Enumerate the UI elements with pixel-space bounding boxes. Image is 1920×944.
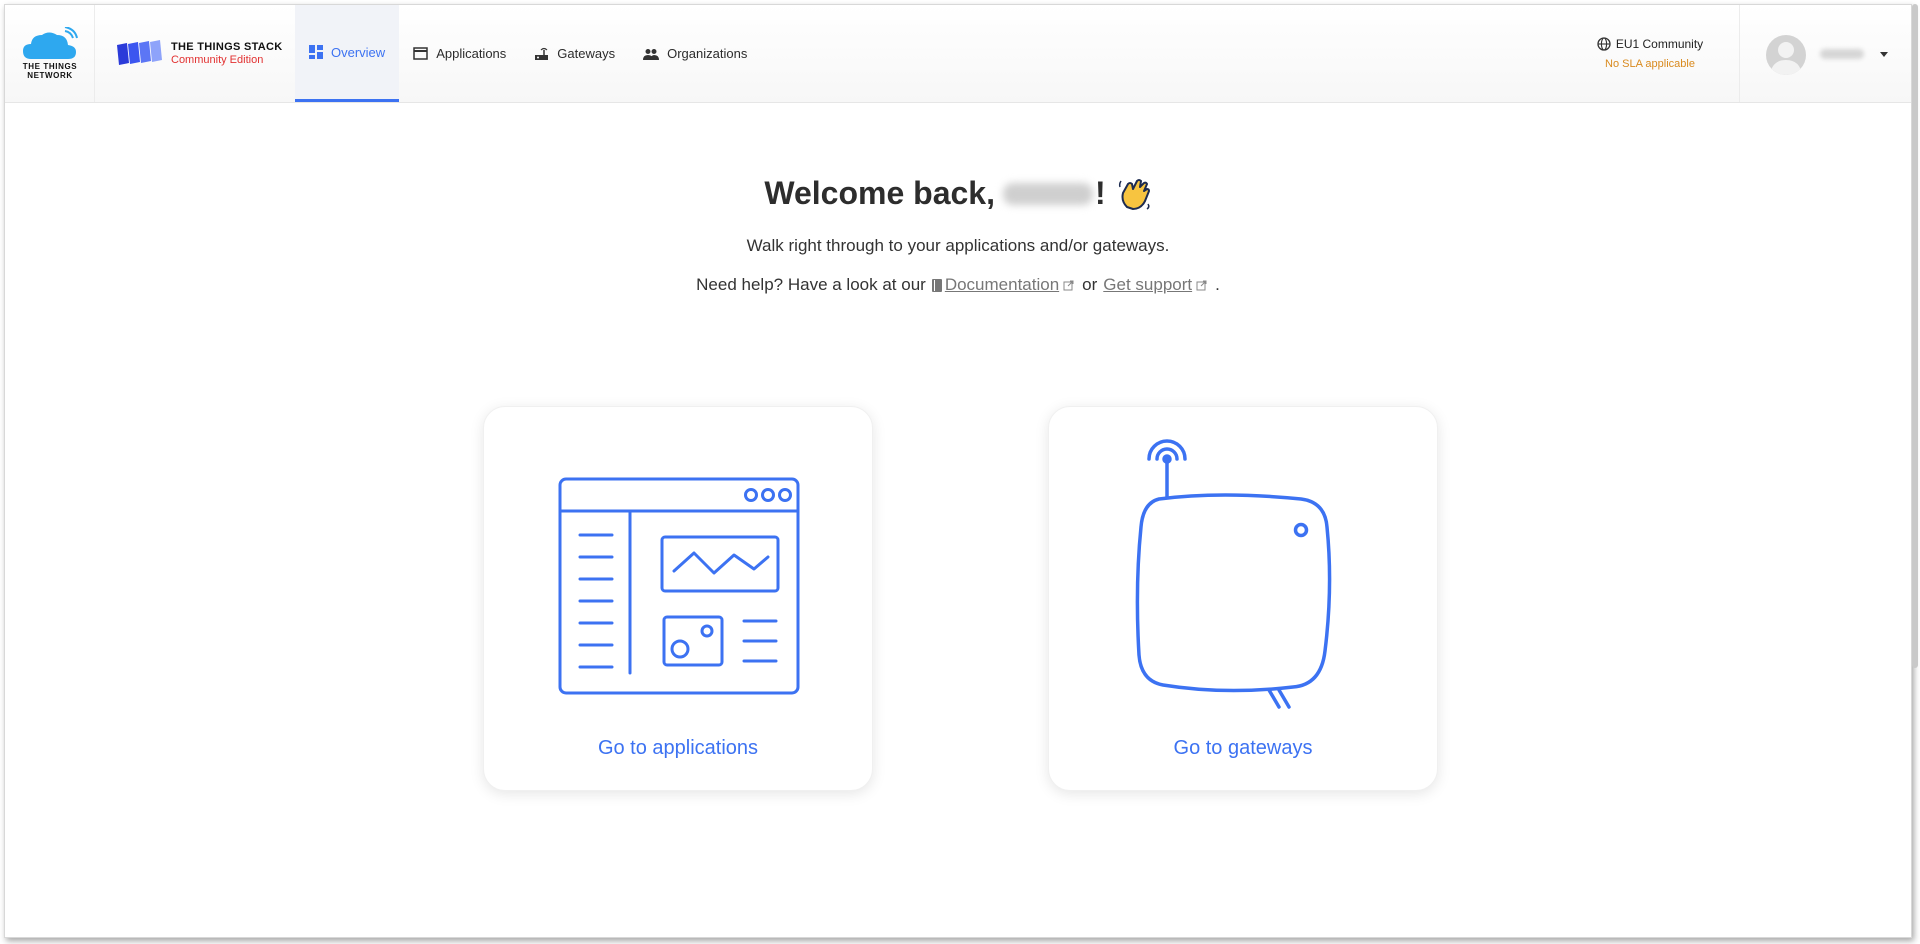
help-end: . <box>1215 275 1220 294</box>
title-prefix: Welcome back, <box>764 175 995 211</box>
waving-hand-icon <box>1118 177 1152 211</box>
caret-down-icon[interactable] <box>1880 52 1888 57</box>
nav-overview[interactable]: Overview <box>295 5 400 102</box>
globe-icon <box>1597 37 1611 51</box>
top-header: THE THINGS NETWORK THE THINGS STACK Comm… <box>5 5 1911 103</box>
cloud-logo-icon <box>23 27 78 59</box>
cluster-indicator[interactable]: EU1 Community No SLA applicable <box>1585 37 1715 70</box>
main-nav: Overview Applications Gateways Organizat… <box>295 5 761 102</box>
username-redacted: user <box>1820 49 1864 59</box>
stack-name: THE THINGS STACK <box>171 41 283 53</box>
help-prefix: Need help? Have a look at our <box>696 275 926 294</box>
documentation-link[interactable]: Documentation <box>945 275 1059 295</box>
title-suffix: ! <box>1094 175 1106 211</box>
external-link-icon <box>1196 280 1207 291</box>
welcome-subtitle: Walk right through to your applications … <box>746 236 1170 255</box>
username-blurred: user <box>1002 182 1093 205</box>
help-or: or <box>1082 275 1098 294</box>
nav-organizations[interactable]: Organizations <box>629 5 761 102</box>
go-to-applications-label[interactable]: Go to applications <box>484 737 872 760</box>
profile-dropdown[interactable]: user <box>1739 5 1911 102</box>
stack-cards-icon <box>117 40 162 65</box>
nav-gateways[interactable]: Gateways <box>520 5 629 102</box>
ttn-logo[interactable]: THE THINGS NETWORK <box>5 5 95 102</box>
application-window-icon <box>413 47 428 60</box>
applications-illustration-icon <box>558 477 800 695</box>
welcome-section: Welcome back, user ! Walk right through … <box>5 175 1911 295</box>
go-to-gateways-label[interactable]: Go to gateways <box>1049 737 1437 760</box>
avatar-icon[interactable] <box>1766 35 1806 75</box>
nav-organizations-label: Organizations <box>667 46 748 61</box>
external-link-icon <box>1063 280 1074 291</box>
router-icon <box>534 47 549 61</box>
dashboard-icon <box>309 45 323 59</box>
nav-gateways-label: Gateways <box>557 46 616 61</box>
gateway-illustration-icon <box>1135 439 1332 709</box>
stack-edition: Community Edition <box>171 54 264 66</box>
get-support-link[interactable]: Get support <box>1103 275 1192 295</box>
nav-applications-label: Applications <box>436 46 507 61</box>
nav-overview-label: Overview <box>331 44 386 60</box>
go-to-applications-card[interactable]: Go to applications <box>483 406 873 791</box>
page-title: Welcome back, user ! <box>764 175 1151 212</box>
book-icon <box>931 278 943 292</box>
cluster-label: EU1 Community <box>1615 37 1704 51</box>
go-to-gateways-card[interactable]: Go to gateways <box>1048 406 1438 791</box>
people-icon <box>643 48 660 60</box>
the-things-stack-logo[interactable]: THE THINGS STACK Community Edition <box>95 5 291 102</box>
sla-status: No SLA applicable <box>1605 58 1695 70</box>
ttn-logo-text: THE THINGS NETWORK <box>22 62 78 80</box>
page-scrollbar[interactable] <box>1912 4 1918 668</box>
app-frame: THE THINGS NETWORK THE THINGS STACK Comm… <box>4 4 1912 938</box>
nav-applications[interactable]: Applications <box>399 5 520 102</box>
help-line: Need help? Have a look at our Documentat… <box>696 275 1220 295</box>
